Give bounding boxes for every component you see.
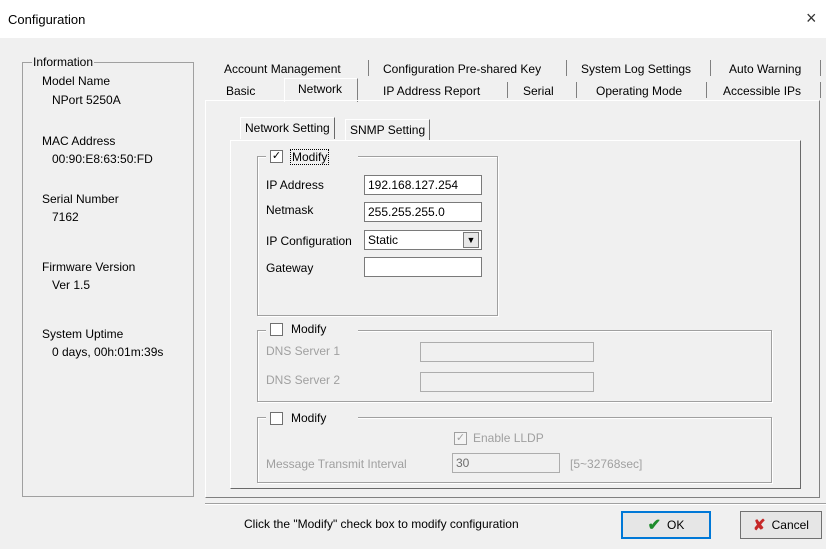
tab-separator: [706, 82, 707, 98]
dns-server-2-label: DNS Server 2: [266, 373, 341, 387]
information-group: [22, 62, 194, 497]
lldp-modify-checkbox[interactable]: [270, 412, 283, 425]
tab-separator: [820, 82, 821, 98]
check-icon: ✔: [647, 517, 662, 534]
gateway-field[interactable]: [364, 257, 482, 277]
tab-separator: [710, 60, 711, 76]
title-bar: [0, 0, 826, 38]
tab-separator: [566, 60, 567, 76]
footer-hint: Click the "Modify" check box to modify c…: [244, 517, 519, 531]
dns-modify-label: Modify: [291, 322, 327, 336]
cancel-button-label: Cancel: [771, 518, 809, 532]
cross-icon: ✘: [753, 517, 766, 534]
message-transmit-interval-label: Message Transmit Interval: [266, 457, 407, 471]
information-legend: Information: [32, 55, 95, 69]
dns-modify-checkbox[interactable]: [270, 323, 283, 336]
tab-separator: [576, 82, 577, 98]
serial-number-value: 7162: [52, 210, 79, 224]
close-icon[interactable]: ×: [806, 8, 817, 28]
tab-network[interactable]: Network: [298, 82, 342, 96]
lldp-modify-label: Modify: [291, 411, 327, 425]
lldp-modify-group: [257, 417, 772, 483]
netmask-label: Netmask: [266, 203, 314, 217]
firmware-version-label: Firmware Version: [42, 260, 136, 274]
message-transmit-interval-field[interactable]: 30: [452, 453, 560, 473]
netmask-field[interactable]: 255.255.255.0: [364, 202, 482, 222]
ok-button-label: OK: [667, 518, 685, 532]
ip-configuration-value: Static: [368, 233, 399, 247]
subtab-network-setting[interactable]: Network Setting: [240, 117, 335, 139]
tab-basic[interactable]: Basic: [226, 84, 255, 98]
model-name-value: NPort 5250A: [52, 93, 121, 107]
tab-operating-mode[interactable]: Operating Mode: [596, 84, 682, 98]
enable-lldp-checkbox[interactable]: ✓: [454, 432, 467, 445]
model-name-label: Model Name: [42, 74, 111, 88]
system-uptime-label: System Uptime: [42, 327, 124, 341]
dns-server-2-field[interactable]: [420, 372, 594, 392]
window-title: Configuration: [8, 12, 86, 27]
mac-address-value: 00:90:E8:63:50:FD: [52, 152, 153, 166]
tab-separator: [820, 60, 821, 76]
interval-range-hint: [5~32768sec]: [570, 457, 643, 471]
tab-separator: [368, 60, 369, 76]
tab-serial[interactable]: Serial: [523, 84, 554, 98]
tab-system-log-settings[interactable]: System Log Settings: [581, 62, 691, 76]
network-modify-checkbox[interactable]: ✓: [270, 150, 283, 163]
tab-account-management[interactable]: Account Management: [224, 62, 341, 76]
mac-address-label: MAC Address: [42, 134, 116, 148]
tab-ip-address-report[interactable]: IP Address Report: [383, 84, 480, 98]
subtab-snmp-setting[interactable]: SNMP Setting: [345, 119, 431, 141]
ok-button[interactable]: ✔ OK: [621, 511, 711, 539]
serial-number-label: Serial Number: [42, 192, 119, 206]
enable-lldp-label: Enable LLDP: [473, 431, 544, 445]
ip-address-label: IP Address: [266, 178, 324, 192]
dns-server-1-field[interactable]: [420, 342, 594, 362]
cancel-button[interactable]: ✘ Cancel: [740, 511, 822, 539]
system-uptime-value: 0 days, 00h:01m:39s: [52, 345, 164, 359]
ip-configuration-label: IP Configuration: [266, 234, 352, 248]
gateway-label: Gateway: [266, 261, 314, 275]
ip-address-field[interactable]: 192.168.127.254: [364, 175, 482, 195]
network-modify-label: Modify: [290, 149, 330, 165]
tab-separator: [507, 82, 508, 98]
tab-accessible-ips[interactable]: Accessible IPs: [723, 84, 801, 98]
firmware-version-value: Ver 1.5: [52, 278, 91, 292]
chevron-down-icon[interactable]: ▼: [463, 232, 479, 248]
tab-auto-warning[interactable]: Auto Warning: [729, 62, 801, 76]
tab-configuration-pre-shared-key[interactable]: Configuration Pre-shared Key: [383, 62, 541, 76]
footer-divider: [205, 503, 826, 505]
dns-server-1-label: DNS Server 1: [266, 344, 341, 358]
